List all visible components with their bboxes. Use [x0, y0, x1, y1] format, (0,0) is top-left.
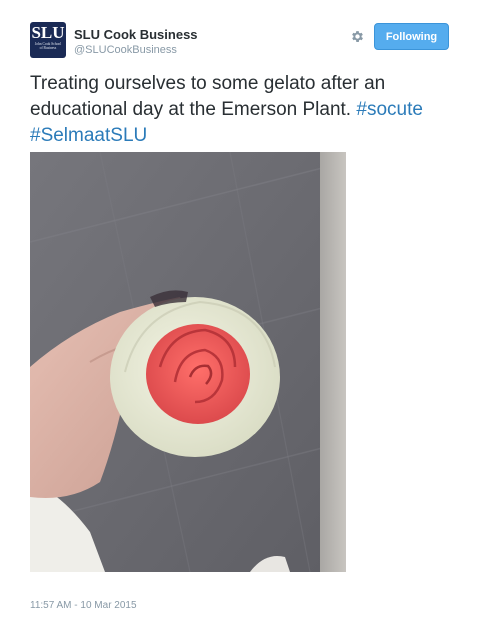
- avatar-logo-text: SLU: [31, 23, 65, 42]
- tweet-card: SLU John Cook School of Business SLU Coo…: [0, 0, 479, 619]
- avatar[interactable]: SLU John Cook School of Business: [30, 22, 66, 58]
- author-name[interactable]: SLU Cook Business: [74, 27, 198, 42]
- tweet-text: Treating ourselves to some gelato after …: [30, 71, 450, 149]
- gelato-photo-image: [30, 152, 346, 572]
- author-handle[interactable]: @SLUCookBusiness: [74, 44, 177, 56]
- tweet-text-body: Treating ourselves to some gelato after …: [30, 73, 386, 120]
- tweet-photo[interactable]: [30, 152, 346, 572]
- tweet-timestamp[interactable]: 11:57 AM - 10 Mar 2015: [30, 600, 137, 611]
- avatar-logo-subtext: John Cook School of Business: [34, 42, 62, 50]
- following-button[interactable]: Following: [374, 23, 449, 50]
- hashtag-socute[interactable]: #socute: [356, 99, 423, 120]
- gear-icon[interactable]: [349, 28, 365, 44]
- hashtag-selmaatslu[interactable]: #SelmaatSLU: [30, 125, 147, 146]
